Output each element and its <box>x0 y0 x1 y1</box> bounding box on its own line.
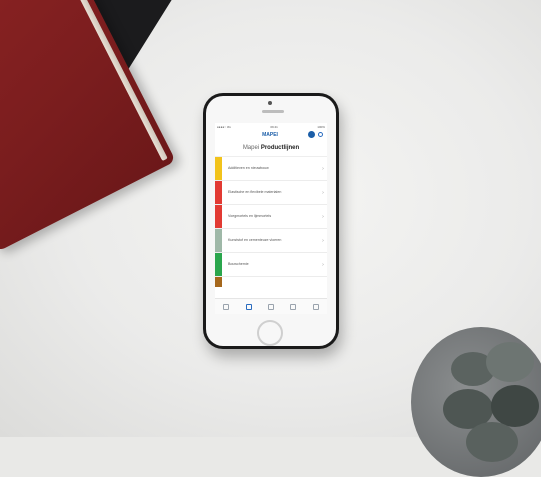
stones <box>431 327 541 467</box>
category-label: Additieven en nieuwbouw <box>228 166 269 171</box>
chat-icon[interactable] <box>308 131 315 138</box>
chevron-right-icon: › <box>322 213 324 220</box>
title-prefix: Mapei <box>242 145 261 151</box>
category-color-bar <box>215 205 222 228</box>
document-icon <box>290 303 297 310</box>
category-row[interactable]: Bouwchemie › <box>215 253 327 277</box>
smartphone: ●●●●○ 3G 09:41 100% MAPEI Mapei Productl… <box>203 93 339 349</box>
tab-catalog[interactable] <box>264 303 278 310</box>
status-bar: ●●●●○ 3G 09:41 100% <box>215 123 327 130</box>
search-icon[interactable] <box>318 132 323 137</box>
mapei-logo: MAPEI <box>262 132 278 138</box>
phone-face: ●●●●○ 3G 09:41 100% MAPEI Mapei Productl… <box>206 96 336 346</box>
earpiece-speaker <box>262 110 284 113</box>
category-row[interactable]: Kunststof en cementeuze vloeren › <box>215 229 327 253</box>
signal-text: ●●●●○ 3G <box>217 124 231 129</box>
category-row[interactable]: Additieven en nieuwbouw › <box>215 157 327 181</box>
chevron-right-icon: › <box>322 237 324 244</box>
catalog-icon <box>267 303 274 310</box>
category-row[interactable] <box>215 277 327 287</box>
tab-home[interactable] <box>219 303 233 310</box>
tab-docs[interactable] <box>286 303 300 310</box>
more-icon <box>312 303 319 310</box>
category-list: Additieven en nieuwbouw › Elastische en … <box>215 157 327 287</box>
category-row[interactable]: Voegmortels en lijmmortels › <box>215 205 327 229</box>
category-color-bar <box>215 277 222 287</box>
app-header: MAPEI <box>215 130 327 141</box>
category-label: Kunststof en cementeuze vloeren <box>228 238 282 243</box>
tab-bar <box>215 298 327 314</box>
clock: 09:41 <box>270 124 278 129</box>
category-color-bar <box>215 181 222 204</box>
category-row[interactable]: Elastische en flexibele materialen › <box>215 181 327 205</box>
front-camera <box>268 101 272 105</box>
tab-products[interactable] <box>242 303 256 310</box>
home-button[interactable] <box>257 320 283 346</box>
products-icon <box>245 303 252 310</box>
category-color-bar <box>215 157 222 180</box>
chevron-right-icon: › <box>322 261 324 268</box>
home-icon <box>223 303 230 310</box>
phone-screen: ●●●●○ 3G 09:41 100% MAPEI Mapei Productl… <box>215 123 327 314</box>
title-bold: Productlijnen <box>260 145 300 151</box>
page-title: Mapei Productlijnen <box>215 141 327 157</box>
category-label: Elastische en flexibele materialen <box>228 190 282 195</box>
chevron-right-icon: › <box>322 165 324 172</box>
category-label: Bouwchemie <box>228 262 249 267</box>
category-color-bar <box>215 253 222 276</box>
chevron-right-icon: › <box>322 189 324 196</box>
category-label: Voegmortels en lijmmortels <box>228 214 272 219</box>
tab-more[interactable] <box>309 303 323 310</box>
category-color-bar <box>215 229 222 252</box>
battery-text: 100% <box>317 124 325 129</box>
